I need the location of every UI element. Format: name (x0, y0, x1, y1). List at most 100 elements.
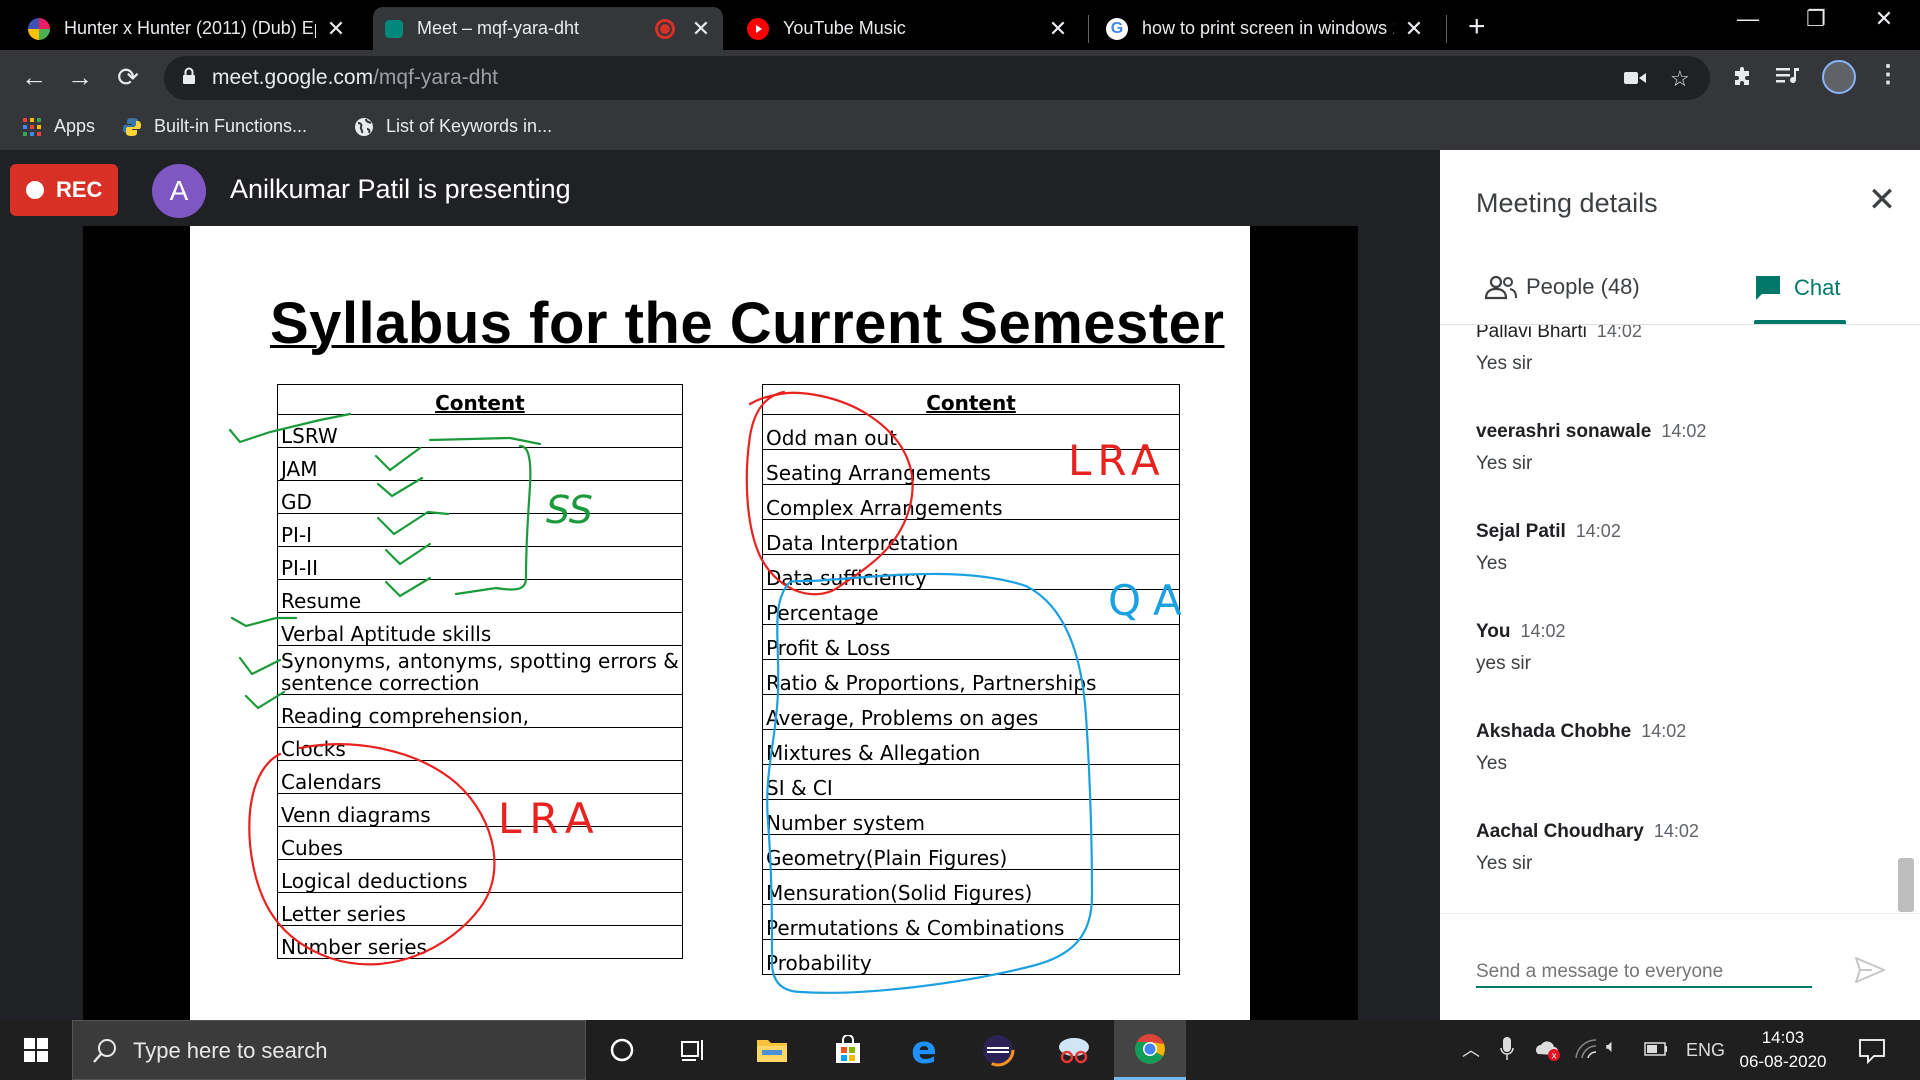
left-syllabus-table: Content LSRW JAM GD PI-I PI-II Resume Verbal Ap… (277, 384, 683, 959)
bookmarks-bar: Apps Built-in Functions... List of Keywo… (0, 106, 1920, 150)
extensions-puzzle-icon[interactable] (1730, 66, 1754, 90)
bookmark-label: Apps (54, 116, 96, 136)
edge-icon: e (911, 1028, 937, 1072)
hunter-favicon-icon (28, 17, 50, 40)
language-indicator[interactable]: ENG (1686, 1040, 1725, 1061)
message-time: 14:02 (1575, 521, 1621, 541)
back-button[interactable]: ← (18, 62, 50, 93)
table-row: PI-I (277, 513, 683, 547)
table-row: Data Interpretation (762, 519, 1180, 555)
chat-scrollbar[interactable] (1898, 858, 1914, 912)
bookmark-built-in-functions[interactable]: Built-in Functions... (122, 116, 307, 137)
profile-avatar[interactable] (1822, 60, 1856, 94)
search-placeholder: Type here to search (133, 1038, 328, 1063)
table-header: Content (762, 384, 1180, 415)
people-tab-label: People (48) (1526, 274, 1640, 299)
tab-hunter-x-hunter[interactable]: Hunter x Hunter (2011) (Dub) Ep ✕ (16, 7, 358, 50)
table-cell: PI-I (277, 513, 683, 547)
browser-menu-icon[interactable]: ⋮ (1876, 60, 1900, 89)
send-icon[interactable] (1850, 950, 1890, 990)
chat-message-input[interactable] (1476, 958, 1812, 988)
cortana-button[interactable] (586, 1020, 658, 1080)
address-bar[interactable]: meet.google.com/mqf-yara-dht ☆ (164, 56, 1710, 100)
url-host: meet.google.com (212, 66, 374, 89)
notifications-icon[interactable] (1858, 1038, 1886, 1064)
tab-separator (1088, 15, 1089, 43)
message-sender: Aachal Choudhary (1476, 821, 1644, 842)
new-tab-button[interactable]: + (1468, 10, 1486, 44)
table-cell: Mixtures & Allegation (762, 729, 1180, 765)
close-panel-button[interactable]: ✕ (1862, 180, 1902, 220)
message-time: 14:02 (1661, 421, 1707, 441)
microphone-icon[interactable] (1500, 1036, 1514, 1062)
message-time: 14:02 (1653, 821, 1699, 841)
presentation-slide: Syllabus for the Current Semester Conten… (190, 226, 1250, 1020)
forward-button[interactable]: → (64, 62, 96, 93)
table-cell: Logical deductions (277, 858, 683, 893)
url-path: /mqf-yara-dht (373, 66, 498, 89)
battery-icon[interactable] (1644, 1042, 1668, 1056)
table-cell: Geometry(Plain Figures) (762, 834, 1180, 870)
ss-annotation: SS (546, 488, 593, 532)
file-explorer-button[interactable] (736, 1020, 808, 1080)
minimize-button[interactable]: — (1728, 6, 1768, 32)
table-row: Verbal Aptitude skills (277, 612, 683, 646)
chat-message: Akshada Chobhe 14:02 Yes (1476, 721, 1686, 775)
volume-icon[interactable]: 🔈︎ (1606, 1036, 1617, 1057)
tab-close-icon[interactable]: ✕ (1404, 16, 1424, 42)
tab-chat[interactable]: Chat (1754, 274, 1840, 302)
show-hidden-icons-button[interactable]: ︿ (1462, 1036, 1480, 1062)
table-cell: Permutations & Combinations (762, 904, 1180, 940)
snipping-tool-button[interactable] (1038, 1020, 1110, 1080)
reload-button[interactable]: ⟳ (112, 62, 144, 93)
tab-google-meet[interactable]: Meet – mqf-yara-dht ✕ (373, 7, 723, 50)
bookmark-apps[interactable]: Apps (22, 116, 95, 137)
chat-icon (1756, 276, 1780, 300)
task-view-button[interactable] (658, 1020, 730, 1080)
tab-title: how to print screen in windows 1 (1142, 18, 1394, 38)
microsoft-store-button[interactable] (812, 1020, 884, 1080)
chrome-button[interactable] (1114, 1020, 1186, 1080)
qa-annotation: QA (1108, 576, 1194, 625)
tab-youtube-music[interactable]: YouTube Music ✕ (735, 7, 1080, 50)
google-favicon-icon: G (1106, 17, 1128, 40)
table-row: Reading comprehension, (277, 693, 683, 728)
table-cell: Data Interpretation (762, 519, 1180, 555)
table-row: Letter series (277, 891, 683, 926)
taskbar-search-box[interactable]: Type here to search (72, 1020, 586, 1080)
tab-close-icon[interactable]: ✕ (326, 16, 346, 42)
bookmark-star-icon[interactable]: ☆ (1670, 66, 1690, 92)
table-cell: Resume (277, 579, 683, 613)
taskbar-clock[interactable]: 14:03 06-08-2020 (1730, 1026, 1836, 1074)
table-cell: Average, Problems on ages (762, 694, 1180, 730)
table-cell: JAM (277, 447, 683, 481)
task-view-icon (681, 1040, 703, 1061)
tab-google-search[interactable]: G how to print screen in windows 1 ✕ (1094, 7, 1436, 50)
clock-time: 14:03 (1761, 1028, 1805, 1047)
chrome-icon (1135, 1033, 1165, 1064)
tab-close-icon[interactable]: ✕ (1048, 16, 1068, 42)
folder-icon (757, 1040, 787, 1062)
edge-browser-button[interactable]: e (888, 1020, 960, 1080)
tab-close-icon[interactable]: ✕ (691, 16, 711, 42)
onedrive-error-icon[interactable]: x (1534, 1038, 1562, 1062)
chat-message-list[interactable]: Pallavi Bharti 14:02 Yes sir veerashri so… (1440, 325, 1920, 905)
restore-button[interactable]: ❐ (1796, 6, 1836, 32)
start-button[interactable] (0, 1020, 72, 1080)
recording-indicator-icon (655, 18, 675, 39)
close-window-button[interactable]: ✕ (1864, 6, 1904, 32)
media-control-icon[interactable] (1776, 66, 1802, 88)
meet-stage: REC A Anilkumar Patil is presenting Syll… (0, 150, 1440, 1020)
camera-icon[interactable] (1624, 70, 1646, 86)
table-row: Calendars (277, 759, 683, 794)
tab-people[interactable]: People (48) (1484, 274, 1640, 300)
bookmark-keywords-list[interactable]: List of Keywords in... (354, 116, 552, 137)
lra-bottom-annotation: LRA (498, 794, 602, 843)
wifi-icon[interactable] (1574, 1038, 1598, 1060)
table-cell: Ratio & Proportions, Partnerships (762, 659, 1180, 695)
people-icon (1484, 275, 1517, 300)
table-cell: Verbal Aptitude skills (277, 612, 683, 646)
browser-tab-strip: Hunter x Hunter (2011) (Dub) Ep ✕ Meet –… (0, 0, 1920, 50)
table-cell: sentence correction (277, 671, 683, 695)
eclipse-button[interactable] (962, 1020, 1034, 1080)
